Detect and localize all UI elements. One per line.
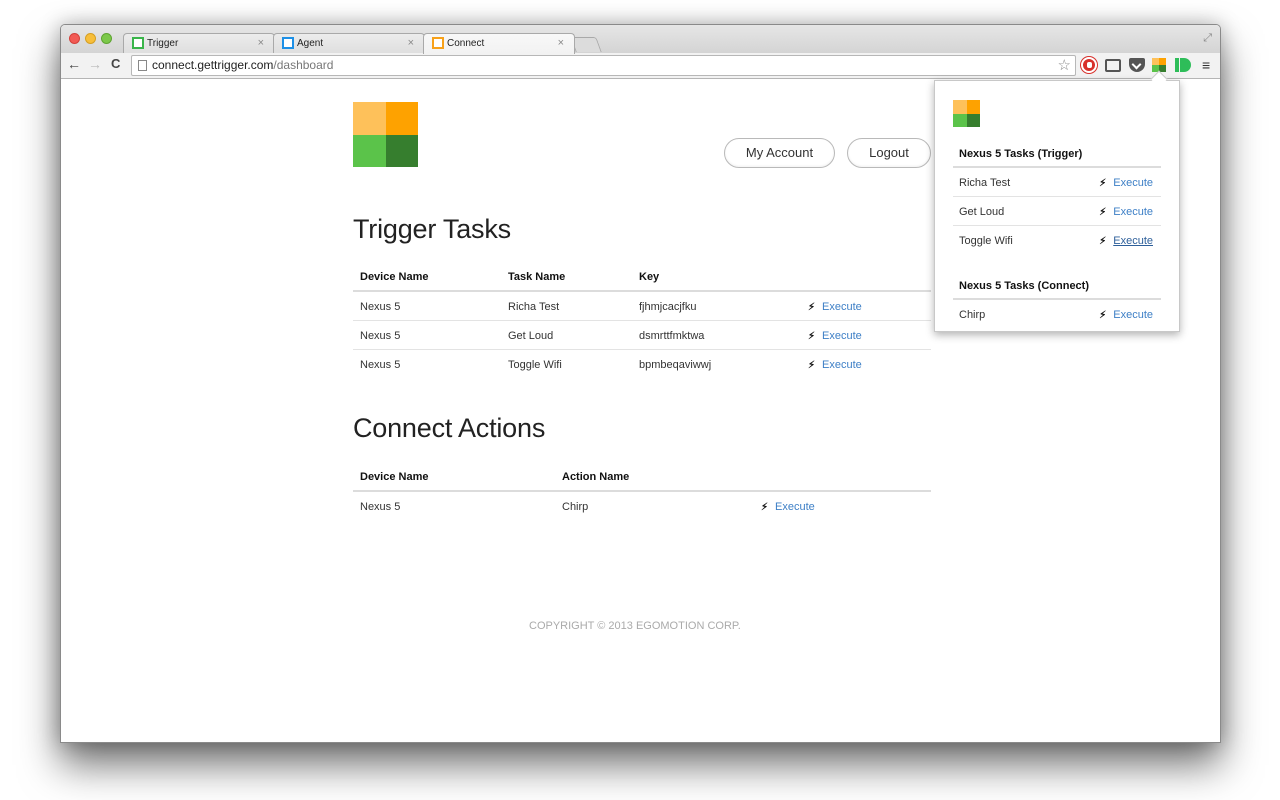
popup-logo: [953, 100, 980, 127]
logout-button[interactable]: Logout: [847, 138, 931, 168]
maximize-window-button[interactable]: [101, 33, 112, 44]
execute-link[interactable]: Execute: [822, 330, 862, 342]
page-icon: [138, 60, 147, 71]
action-name-cell: Chirp: [562, 501, 589, 513]
tab-close-icon[interactable]: ×: [408, 37, 414, 49]
my-account-button[interactable]: My Account: [724, 138, 835, 168]
device-cell: Nexus 5: [360, 359, 401, 371]
execute-link[interactable]: Execute: [1113, 309, 1153, 321]
url-path: /dashboard: [273, 58, 334, 72]
execute-link[interactable]: Execute: [775, 501, 815, 513]
task-name: Toggle Wifi: [959, 235, 1013, 247]
bolt-icon: ⚡︎: [808, 331, 816, 342]
bolt-icon: ⚡︎: [1099, 207, 1107, 218]
column-header: Device Name: [360, 271, 429, 283]
tab-trigger[interactable]: Trigger ×: [123, 33, 275, 54]
bolt-icon: ⚡︎: [761, 502, 769, 513]
table-row: Nexus 5 Get Loud dsmrttfmktwa ⚡︎ Execute: [353, 321, 931, 350]
bolt-icon: ⚡︎: [1099, 178, 1107, 189]
device-cell: Nexus 5: [360, 301, 401, 313]
popup-item: Chirp ⚡︎ Execute: [953, 300, 1161, 329]
task-cell: Get Loud: [508, 330, 554, 342]
bolt-icon: ⚡︎: [808, 302, 816, 313]
table-row: Nexus 5 Chirp ⚡︎ Execute: [353, 492, 931, 521]
table-row: Nexus 5 Toggle Wifi bpmbeqaviwwj ⚡︎ Execu…: [353, 350, 931, 379]
task-name: Get Loud: [959, 206, 1005, 218]
bolt-icon: ⚡︎: [1099, 236, 1107, 247]
key-cell: fjhmjcacjfku: [639, 301, 697, 313]
trigger-favicon-icon: [132, 37, 144, 49]
execute-link[interactable]: Execute: [1113, 206, 1153, 218]
pocket-extension-icon[interactable]: [1129, 58, 1145, 72]
popup-connect-section: Nexus 5 Tasks (Connect) Chirp ⚡︎ Execute: [953, 272, 1161, 329]
connect-favicon-icon: [432, 37, 444, 49]
trigger-tasks-table: Device Name Task Name Key Nexus 5 Richa …: [353, 263, 931, 379]
tab-close-icon[interactable]: ×: [558, 37, 564, 49]
task-cell: Toggle Wifi: [508, 359, 562, 371]
tab-label: Agent: [297, 38, 324, 49]
connect-actions-table: Device Name Action Name Nexus 5 Chirp ⚡︎…: [353, 463, 931, 521]
bolt-icon: ⚡︎: [1099, 310, 1107, 321]
title-bar: Trigger × Agent × Connect × ⤢: [61, 25, 1220, 54]
chrome-menu-icon[interactable]: ≡: [1202, 58, 1210, 72]
column-header: Device Name: [360, 471, 429, 483]
adblock-extension-icon[interactable]: [1081, 57, 1097, 73]
column-header: Task Name: [508, 271, 566, 283]
execute-cell: ⚡︎ Execute: [808, 330, 862, 342]
tab-label: Connect: [447, 38, 485, 49]
table-header: Device Name Action Name: [353, 463, 931, 492]
trigger-logo[interactable]: [353, 102, 418, 167]
popup-trigger-section: Nexus 5 Tasks (Trigger) Richa Test ⚡︎ Exe…: [953, 140, 1161, 255]
url-host: connect.gettrigger.com: [152, 58, 274, 72]
forward-button[interactable]: →: [88, 56, 102, 72]
popup-item: Get Loud ⚡︎ Execute: [953, 197, 1161, 226]
task-cell: Richa Test: [508, 301, 560, 313]
back-button[interactable]: ←: [67, 56, 81, 72]
cast-extension-icon[interactable]: [1105, 59, 1121, 72]
device-cell: Nexus 5: [360, 330, 401, 342]
connect-actions-heading: Connect Actions: [353, 413, 546, 443]
table-row: Nexus 5 Richa Test fjhmjcacjfku ⚡︎ Execut…: [353, 292, 931, 321]
address-bar[interactable]: connect.gettrigger.com/dashboard ☆: [131, 55, 1076, 76]
execute-cell: ⚡︎ Execute: [808, 301, 862, 313]
execute-link[interactable]: Execute: [822, 359, 862, 371]
tab-label: Trigger: [147, 38, 179, 49]
fullscreen-icon[interactable]: ⤢: [1203, 32, 1212, 45]
device-cell: Nexus 5: [360, 501, 401, 513]
execute-cell: ⚡︎ Execute: [761, 501, 815, 513]
reload-button[interactable]: C: [111, 56, 120, 71]
table-header: Device Name Task Name Key: [353, 263, 931, 292]
execute-link[interactable]: Execute: [1113, 177, 1153, 189]
popup-item: Richa Test ⚡︎ Execute: [953, 168, 1161, 197]
idonethis-extension-icon[interactable]: [1175, 58, 1191, 72]
close-window-button[interactable]: [69, 33, 80, 44]
tab-close-icon[interactable]: ×: [258, 37, 264, 49]
tab-connect[interactable]: Connect ×: [423, 33, 575, 54]
trigger-tasks-heading: Trigger Tasks: [353, 214, 511, 244]
browser-toolbar: ← → C connect.gettrigger.com/dashboard ☆…: [61, 53, 1220, 79]
execute-link[interactable]: Execute: [822, 301, 862, 313]
browser-window: Trigger × Agent × Connect × ⤢ ← → C conn…: [60, 24, 1221, 743]
extension-popup: Nexus 5 Tasks (Trigger) Richa Test ⚡︎ Exe…: [934, 80, 1180, 332]
tab-agent[interactable]: Agent ×: [273, 33, 425, 54]
column-header: Key: [639, 271, 660, 283]
minimize-window-button[interactable]: [85, 33, 96, 44]
agent-favicon-icon: [282, 37, 294, 49]
key-cell: bpmbeqaviwwj: [639, 359, 712, 371]
copyright-text: COPYRIGHT © 2013 EGOMOTION CORP.: [529, 620, 741, 632]
execute-link[interactable]: Execute: [1113, 235, 1153, 247]
column-header: Action Name: [562, 471, 630, 483]
section-title: Nexus 5 Tasks (Trigger): [953, 140, 1161, 168]
key-cell: dsmrttfmktwa: [639, 330, 705, 342]
task-name: Richa Test: [959, 177, 1011, 189]
popup-item: Toggle Wifi ⚡︎ Execute: [953, 226, 1161, 255]
execute-cell: ⚡︎ Execute: [808, 359, 862, 371]
task-name: Chirp: [959, 309, 986, 321]
section-title: Nexus 5 Tasks (Connect): [953, 272, 1161, 300]
bolt-icon: ⚡︎: [808, 360, 816, 371]
bookmark-star-icon[interactable]: ☆: [1058, 56, 1071, 75]
